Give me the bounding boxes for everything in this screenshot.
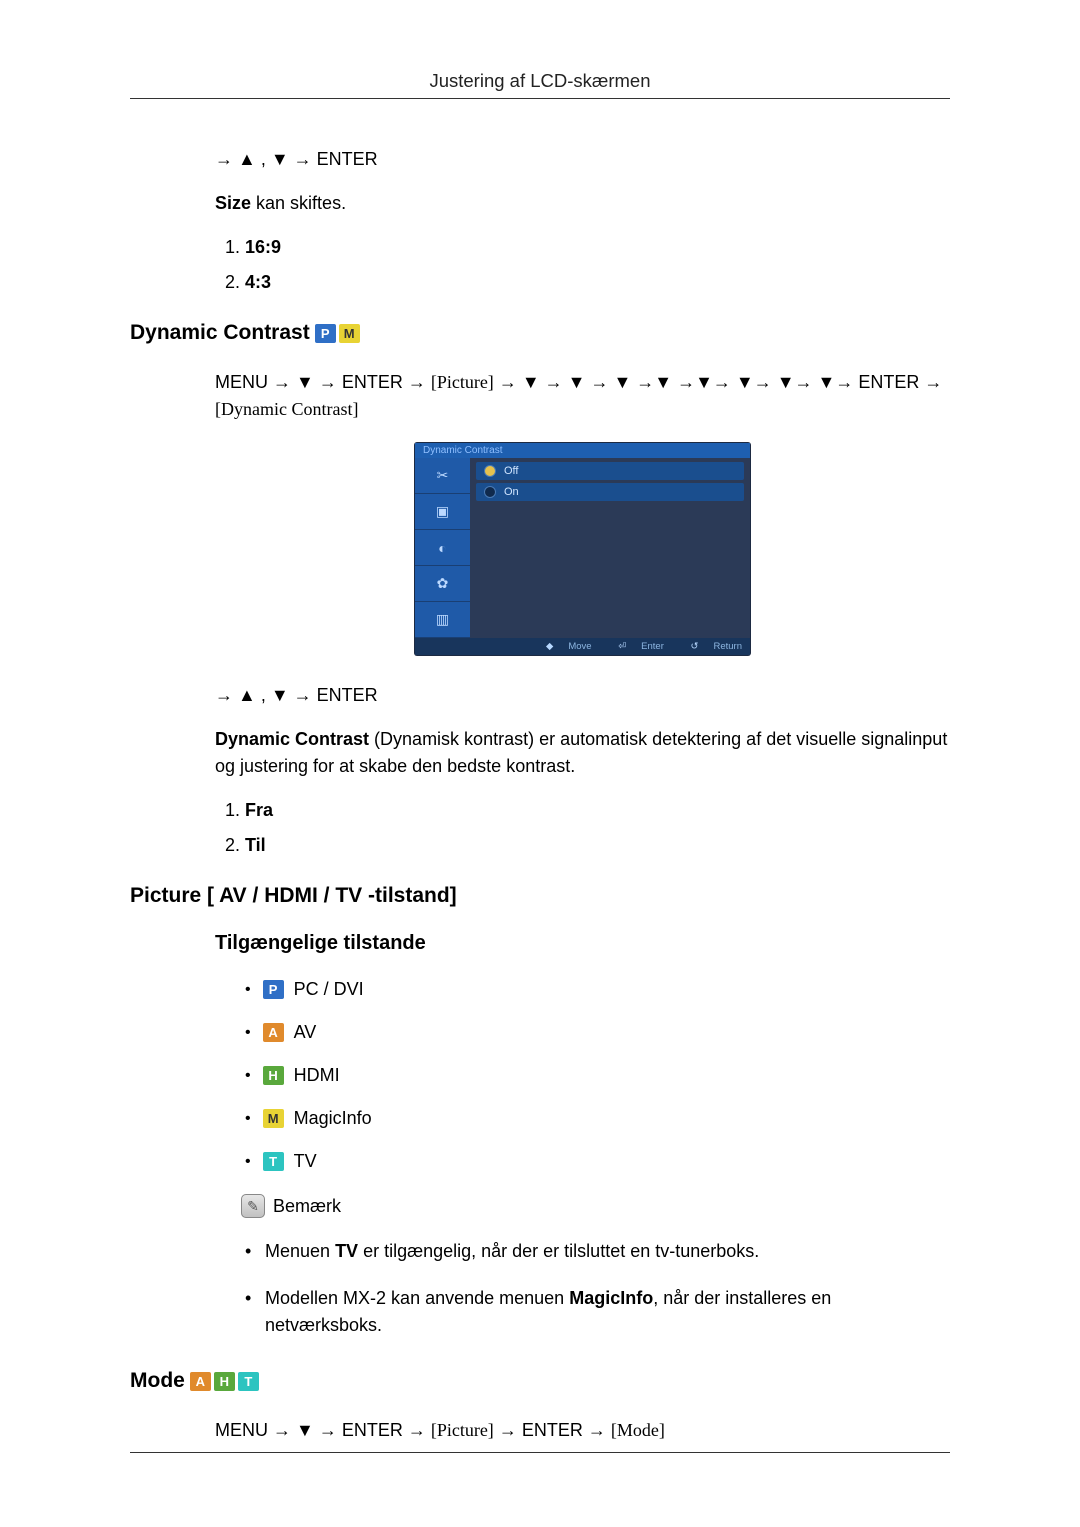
mode-label: HDMI xyxy=(294,1065,340,1086)
note-mid: er tilgængelig, når der er tilsluttet en… xyxy=(358,1241,759,1261)
dc-desc-lead: Dynamic Contrast xyxy=(215,729,369,749)
heading-text: Mode xyxy=(130,1369,185,1393)
osd-screenshot: Dynamic Contrast ✂ ▣ ◐ ✿ ▥ Off On xyxy=(415,443,750,655)
note-pre: Menuen xyxy=(265,1241,335,1261)
notes-list: Menuen TV er tilgængelig, når der er til… xyxy=(215,1238,950,1339)
osd-opt-label: Off xyxy=(504,465,518,477)
badge-a-icon: A xyxy=(190,1372,211,1391)
list-item: 4:3 xyxy=(245,272,950,293)
nav-sequence: → ▲ , ▼ → ENTER xyxy=(215,149,950,170)
dynamic-contrast-heading: Dynamic Contrast P M xyxy=(130,321,950,345)
heading-text: Dynamic Contrast xyxy=(130,321,310,345)
size-lead: Size xyxy=(215,193,251,213)
size-desc: Size kan skiftes. xyxy=(215,190,950,217)
osd-side-icons: ✂ ▣ ◐ ✿ ▥ xyxy=(415,458,470,638)
opt-fra: Fra xyxy=(245,800,273,820)
osd-title: Dynamic Contrast xyxy=(415,443,750,458)
osd-icon-picture-icon: ▣ xyxy=(415,494,470,530)
note-icon: ✎ xyxy=(241,1194,265,1218)
note-bold: TV xyxy=(335,1241,358,1261)
osd-icon-setup-icon: ✿ xyxy=(415,566,470,602)
badge-h-icon: H xyxy=(214,1372,235,1391)
nav-sequence: → ▲ , ▼ → ENTER xyxy=(215,685,950,706)
mode-menu-path: MENU → ▼ → ENTER → [Picture] → ENTER → [… xyxy=(215,1417,950,1444)
radio-unselected-icon xyxy=(484,486,496,498)
path-picture: [Picture] xyxy=(431,372,494,392)
badge-p-icon: P xyxy=(263,980,284,999)
size-rest: kan skiftes. xyxy=(251,193,346,213)
picture-av-body: Tilgængelige tilstande P PC / DVI A AV H… xyxy=(215,932,950,1339)
mode-item-tv: T TV xyxy=(245,1151,950,1172)
opt-16-9: 16:9 xyxy=(245,237,281,257)
footer-rule xyxy=(130,1452,950,1453)
mode-item-magicinfo: M MagicInfo xyxy=(245,1108,950,1129)
osd-option-on: On xyxy=(476,483,744,501)
size-option-list: 16:9 4:3 xyxy=(215,237,950,293)
document-page: Justering af LCD-skærmen → ▲ , ▼ → ENTER… xyxy=(0,0,1080,1527)
badge-t-icon: T xyxy=(263,1152,284,1171)
badge-a-icon: A xyxy=(263,1023,284,1042)
badge-m-icon: M xyxy=(339,324,360,343)
badge-t-icon: T xyxy=(238,1372,259,1391)
path-pre: MENU → ▼ → ENTER → xyxy=(215,1420,431,1440)
mode-label: MagicInfo xyxy=(294,1108,372,1129)
list-item: 16:9 xyxy=(245,237,950,258)
mode-item-hdmi: H HDMI xyxy=(245,1065,950,1086)
dc-option-list: Fra Til xyxy=(215,800,950,856)
note-bold: MagicInfo xyxy=(569,1288,653,1308)
path-picture: [Picture] xyxy=(431,1420,494,1440)
radio-selected-icon xyxy=(484,465,496,477)
path-pre: MENU → ▼ → ENTER → xyxy=(215,372,431,392)
dc-description: Dynamic Contrast (Dynamisk kontrast) er … xyxy=(215,726,950,780)
dynamic-contrast-body: MENU → ▼ → ENTER → [Picture] → ▼ → ▼ → ▼… xyxy=(215,369,950,856)
path-mid: → ▼ → ▼ → ▼ →▼ →▼→ ▼→ ▼→ ▼→ ENTER → xyxy=(494,372,943,392)
osd-icon-sound-icon: ◐ xyxy=(415,530,470,566)
osd-body: ✂ ▣ ◐ ✿ ▥ Off On xyxy=(415,458,750,638)
badge-h-icon: H xyxy=(263,1066,284,1085)
badge-p-icon: P xyxy=(315,324,336,343)
picture-av-heading: Picture [ AV / HDMI / TV -tilstand] xyxy=(130,884,950,908)
path-mid: → ENTER → xyxy=(494,1420,611,1440)
osd-foot-move: Move xyxy=(568,641,591,652)
note-item: Menuen TV er tilgængelig, når der er til… xyxy=(245,1238,950,1265)
note-item: Modellen MX-2 kan anvende menuen MagicIn… xyxy=(245,1285,950,1339)
mode-label: TV xyxy=(294,1151,317,1172)
note-pre: Modellen MX-2 kan anvende menuen xyxy=(265,1288,569,1308)
mode-item-pc-dvi: P PC / DVI xyxy=(245,979,950,1000)
osd-main: Off On xyxy=(470,458,750,638)
note-label: Bemærk xyxy=(273,1196,341,1217)
osd-opt-label: On xyxy=(504,486,519,498)
note-heading: ✎ Bemærk xyxy=(241,1194,950,1218)
osd-icon-tools-icon: ✂ xyxy=(415,458,470,494)
list-item: Fra xyxy=(245,800,950,821)
opt-4-3: 4:3 xyxy=(245,272,271,292)
list-item: Til xyxy=(245,835,950,856)
dc-menu-path: MENU → ▼ → ENTER → [Picture] → ▼ → ▼ → ▼… xyxy=(215,369,950,423)
mode-item-av: A AV xyxy=(245,1022,950,1043)
osd-option-off: Off xyxy=(476,462,744,480)
badge-m-icon: M xyxy=(263,1109,284,1128)
osd-foot-enter: Enter xyxy=(641,641,664,652)
mode-label: PC / DVI xyxy=(294,979,364,1000)
mode-body: MENU → ▼ → ENTER → [Picture] → ENTER → [… xyxy=(215,1417,950,1444)
path-tail: [Dynamic Contrast] xyxy=(215,399,358,419)
osd-icon-multi-icon: ▥ xyxy=(415,602,470,638)
osd-foot-return: Return xyxy=(713,641,742,652)
modes-list: P PC / DVI A AV H HDMI M MagicInfo T TV xyxy=(215,979,950,1172)
path-tail: [Mode] xyxy=(611,1420,665,1440)
mode-heading: Mode A H T xyxy=(130,1369,950,1393)
size-section: → ▲ , ▼ → ENTER Size kan skiftes. 16:9 4… xyxy=(215,149,950,293)
heading-text: Tilgængelige tilstande xyxy=(215,932,426,955)
available-modes-heading: Tilgængelige tilstande xyxy=(215,932,950,955)
mode-label: AV xyxy=(294,1022,317,1043)
heading-text: Picture [ AV / HDMI / TV -tilstand] xyxy=(130,884,457,908)
opt-til: Til xyxy=(245,835,266,855)
page-header-title: Justering af LCD-skærmen xyxy=(130,70,950,99)
osd-footer: ◆Move ⏎Enter ↺Return xyxy=(415,638,750,655)
